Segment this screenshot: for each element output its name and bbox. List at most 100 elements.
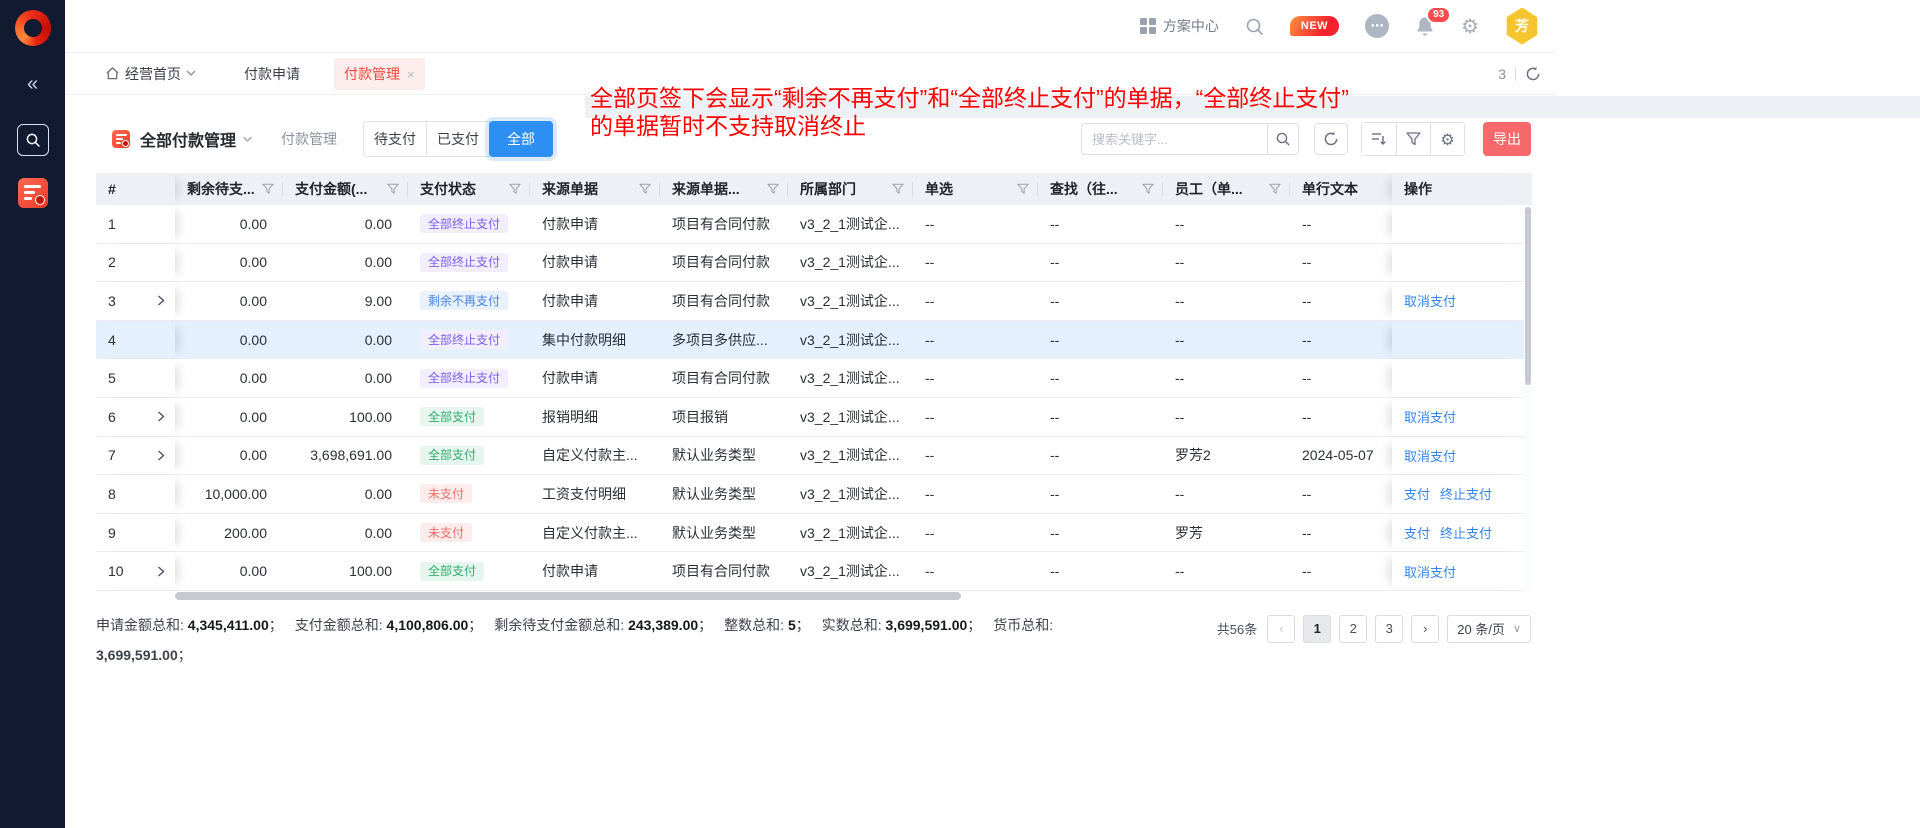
column-header-1[interactable]: # (96, 173, 175, 205)
expand-row-icon[interactable] (157, 295, 165, 306)
segment-tab-待支付[interactable]: 待支付 (363, 121, 427, 157)
filter-funnel-icon[interactable] (1017, 183, 1029, 195)
filter-funnel-icon[interactable] (1142, 183, 1154, 195)
vertical-scrollbar-thumb[interactable] (1525, 207, 1531, 385)
column-settings-button[interactable]: ⚙ (1430, 123, 1464, 155)
refresh-icon (1323, 131, 1339, 147)
status-badge: 全部支付 (420, 562, 484, 581)
close-icon[interactable]: × (407, 67, 415, 82)
row-index-cell: 1 (96, 205, 175, 243)
table-row[interactable]: 40.000.00全部终止支付集中付款明细多项目多供应...v3_2_1测试企.… (96, 321, 1532, 360)
refresh-list-button[interactable] (1314, 123, 1348, 155)
table-row[interactable]: 20.000.00全部终止支付付款申请项目有合同付款v3_2_1测试企...--… (96, 244, 1532, 283)
cell-remaining: 0.00 (175, 321, 283, 359)
action-link-支付[interactable]: 支付 (1404, 523, 1430, 542)
column-header-5[interactable]: 来源单据 (530, 173, 660, 205)
horizontal-scrollbar-thumb[interactable] (175, 592, 961, 600)
payment-management-page: « 方案中心 NEW ⋯ 93 (0, 0, 1920, 828)
global-search-icon[interactable] (1245, 17, 1264, 36)
summary-item: 实数总和: 3,699,591.00； (822, 617, 982, 633)
page-list: 123 (1303, 615, 1403, 643)
route-tab-payment-management[interactable]: 付款管理× (334, 58, 425, 90)
filter-funnel-icon[interactable] (509, 183, 521, 195)
action-link-终止支付[interactable]: 终止支付 (1440, 484, 1492, 503)
collapse-sidebar-icon[interactable]: « (27, 74, 38, 94)
table-row[interactable]: 50.000.00全部终止支付付款申请项目有合同付款v3_2_1测试企...--… (96, 359, 1532, 398)
route-tab-payment-request[interactable]: 付款申请 (234, 58, 310, 90)
action-link-取消支付[interactable]: 取消支付 (1404, 291, 1456, 310)
table-row[interactable]: 9200.000.00未支付自定义付款主...默认业务类型v3_2_1测试企..… (96, 514, 1532, 553)
search-icon (1275, 131, 1291, 147)
plan-center-button[interactable]: 方案中心 (1140, 16, 1219, 36)
view-title-label: 全部付款管理 (140, 127, 236, 151)
action-link-支付[interactable]: 支付 (1404, 484, 1430, 503)
export-button[interactable]: 导出 (1483, 122, 1531, 156)
cell-amount: 0.00 (283, 321, 408, 359)
refresh-tabs-icon[interactable] (1525, 66, 1541, 82)
table-row[interactable]: 810,000.000.00未支付工资支付明细默认业务类型v3_2_1测试企..… (96, 475, 1532, 514)
column-header-7[interactable]: 所属部门 (788, 173, 913, 205)
summary-separator: ； (468, 617, 482, 633)
notifications-button[interactable]: 93 (1415, 15, 1435, 37)
user-avatar[interactable]: 芳 (1505, 8, 1539, 45)
home-route-tab[interactable]: 经营首页 (105, 64, 196, 84)
column-header-8[interactable]: 单选 (913, 173, 1038, 205)
column-header-4[interactable]: 支付状态 (408, 173, 530, 205)
action-link-终止支付[interactable]: 终止支付 (1440, 523, 1492, 542)
group-label-payment-management[interactable]: 付款管理 (281, 129, 337, 149)
segment-tab-全部[interactable]: 全部 (489, 121, 553, 157)
cell-source: 自定义付款主... (530, 514, 660, 552)
column-header-9[interactable]: 查找（往... (1038, 173, 1163, 205)
column-header-2[interactable]: 剩余待支... (175, 173, 283, 205)
filter-funnel-icon[interactable] (262, 183, 274, 195)
column-header-12[interactable]: 操作 (1392, 173, 1523, 205)
search-input[interactable] (1081, 123, 1267, 155)
page-button-2[interactable]: 2 (1339, 615, 1367, 643)
prev-page-button[interactable]: ‹ (1267, 615, 1295, 643)
cell-remaining: 0.00 (175, 552, 283, 590)
page-button-1[interactable]: 1 (1303, 615, 1331, 643)
sidebar-search-button[interactable] (17, 124, 49, 156)
cell-status: 全部支付 (408, 552, 530, 590)
table-row[interactable]: 70.003,698,691.00全部支付自定义付款主...默认业务类型v3_2… (96, 437, 1532, 476)
table-row[interactable]: 10.000.00全部终止支付付款申请项目有合同付款v3_2_1测试企...--… (96, 205, 1532, 244)
table-row[interactable]: 100.00100.00全部支付付款申请项目有合同付款v3_2_1测试企...-… (96, 552, 1532, 591)
action-link-取消支付[interactable]: 取消支付 (1404, 562, 1456, 581)
new-badge[interactable]: NEW (1290, 16, 1339, 36)
filter-funnel-icon[interactable] (639, 183, 651, 195)
breadcrumb: 经营首页 付款申请 付款管理× 3 (65, 53, 1555, 95)
filter-funnel-icon[interactable] (767, 183, 779, 195)
row-index-cell: 7 (96, 437, 175, 475)
filter-funnel-icon[interactable] (387, 183, 399, 195)
messages-icon[interactable]: ⋯ (1365, 14, 1389, 38)
table-row[interactable]: 30.009.00剩余不再支付付款申请项目有合同付款v3_2_1测试企...--… (96, 282, 1532, 321)
expand-row-icon[interactable] (157, 566, 165, 577)
next-page-button[interactable]: › (1411, 615, 1439, 643)
cell-dept: v3_2_1测试企... (788, 552, 913, 590)
tab-counter: 3 (1498, 66, 1506, 82)
filter-button[interactable] (1396, 123, 1430, 155)
column-header-6[interactable]: 来源单据... (660, 173, 788, 205)
segment-tab-已支付[interactable]: 已支付 (426, 121, 490, 157)
expand-row-icon[interactable] (157, 450, 165, 461)
action-link-取消支付[interactable]: 取消支付 (1404, 446, 1456, 465)
filter-funnel-icon[interactable] (892, 183, 904, 195)
table-row[interactable]: 60.00100.00全部支付报销明细项目报销v3_2_1测试企...-----… (96, 398, 1532, 437)
sort-button[interactable] (1362, 123, 1396, 155)
sidebar-item-payment-app[interactable] (18, 178, 48, 208)
column-header-11[interactable]: 单行文本 (1290, 173, 1392, 205)
action-link-取消支付[interactable]: 取消支付 (1404, 407, 1456, 426)
page-button-3[interactable]: 3 (1375, 615, 1403, 643)
page-size-select[interactable]: 20 条/页 ∨ (1447, 615, 1531, 643)
settings-gear-icon[interactable]: ⚙ (1461, 14, 1479, 38)
sidebar: « (0, 0, 65, 828)
column-header-3[interactable]: 支付金额(... (283, 173, 408, 205)
app-logo-icon[interactable] (15, 10, 51, 46)
view-title-dropdown[interactable]: 全部付款管理 (140, 127, 253, 151)
expand-row-icon[interactable] (157, 411, 165, 422)
annotation-backdrop-stripe (585, 96, 1920, 118)
column-header-10[interactable]: 员工（单... (1163, 173, 1290, 205)
cell-text: -- (1290, 205, 1392, 243)
search-submit-button[interactable] (1267, 123, 1299, 155)
filter-funnel-icon[interactable] (1269, 183, 1281, 195)
